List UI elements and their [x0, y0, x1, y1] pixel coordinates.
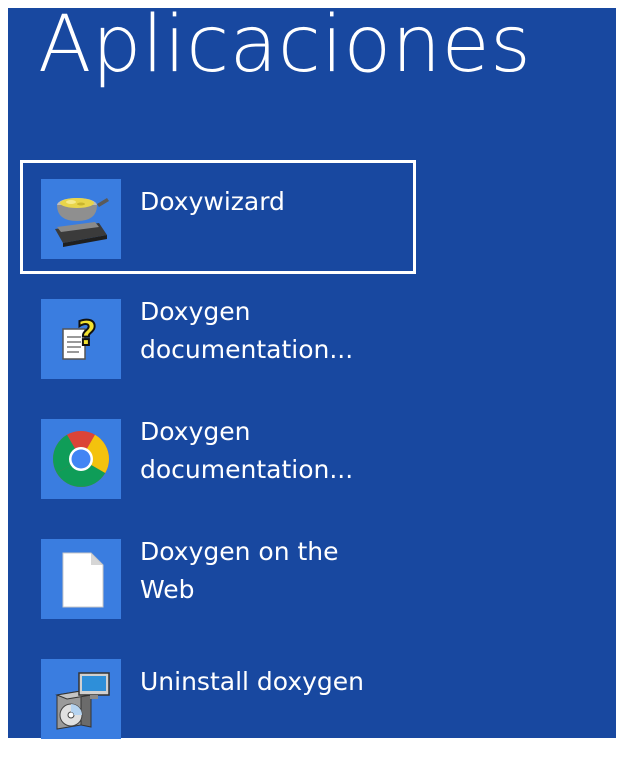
doxywizard-icon: [41, 179, 121, 259]
app-tile-doxygen-documentation-help[interactable]: ? Doxygen documentation...: [20, 280, 416, 394]
start-screen-apps-view: Aplicaciones Doxywizard ? Doxygen docume…: [8, 0, 616, 739]
app-label-doxygen-on-the-web: Doxygen on the Web: [140, 537, 339, 604]
app-tile-doxywizard[interactable]: Doxywizard: [20, 160, 416, 274]
installer-icon: [41, 659, 121, 739]
app-label-doxygen-documentation-help: Doxygen documentation...: [140, 297, 354, 364]
app-label-doxygen-documentation-chrome: Doxygen documentation...: [140, 417, 354, 484]
svg-text:?: ?: [77, 314, 97, 354]
blank-document-icon: [41, 539, 121, 619]
chrome-icon: [41, 419, 121, 499]
app-label-uninstall-doxygen: Uninstall doxygen: [140, 667, 364, 696]
page-title: Aplicaciones: [38, 0, 532, 90]
app-label-doxywizard: Doxywizard: [140, 187, 285, 216]
app-tile-uninstall-doxygen[interactable]: Uninstall doxygen: [20, 640, 416, 754]
help-document-icon: ?: [41, 299, 121, 379]
app-tile-doxygen-on-the-web[interactable]: Doxygen on the Web: [20, 520, 416, 634]
app-tile-doxygen-documentation-chrome[interactable]: Doxygen documentation...: [20, 400, 416, 514]
